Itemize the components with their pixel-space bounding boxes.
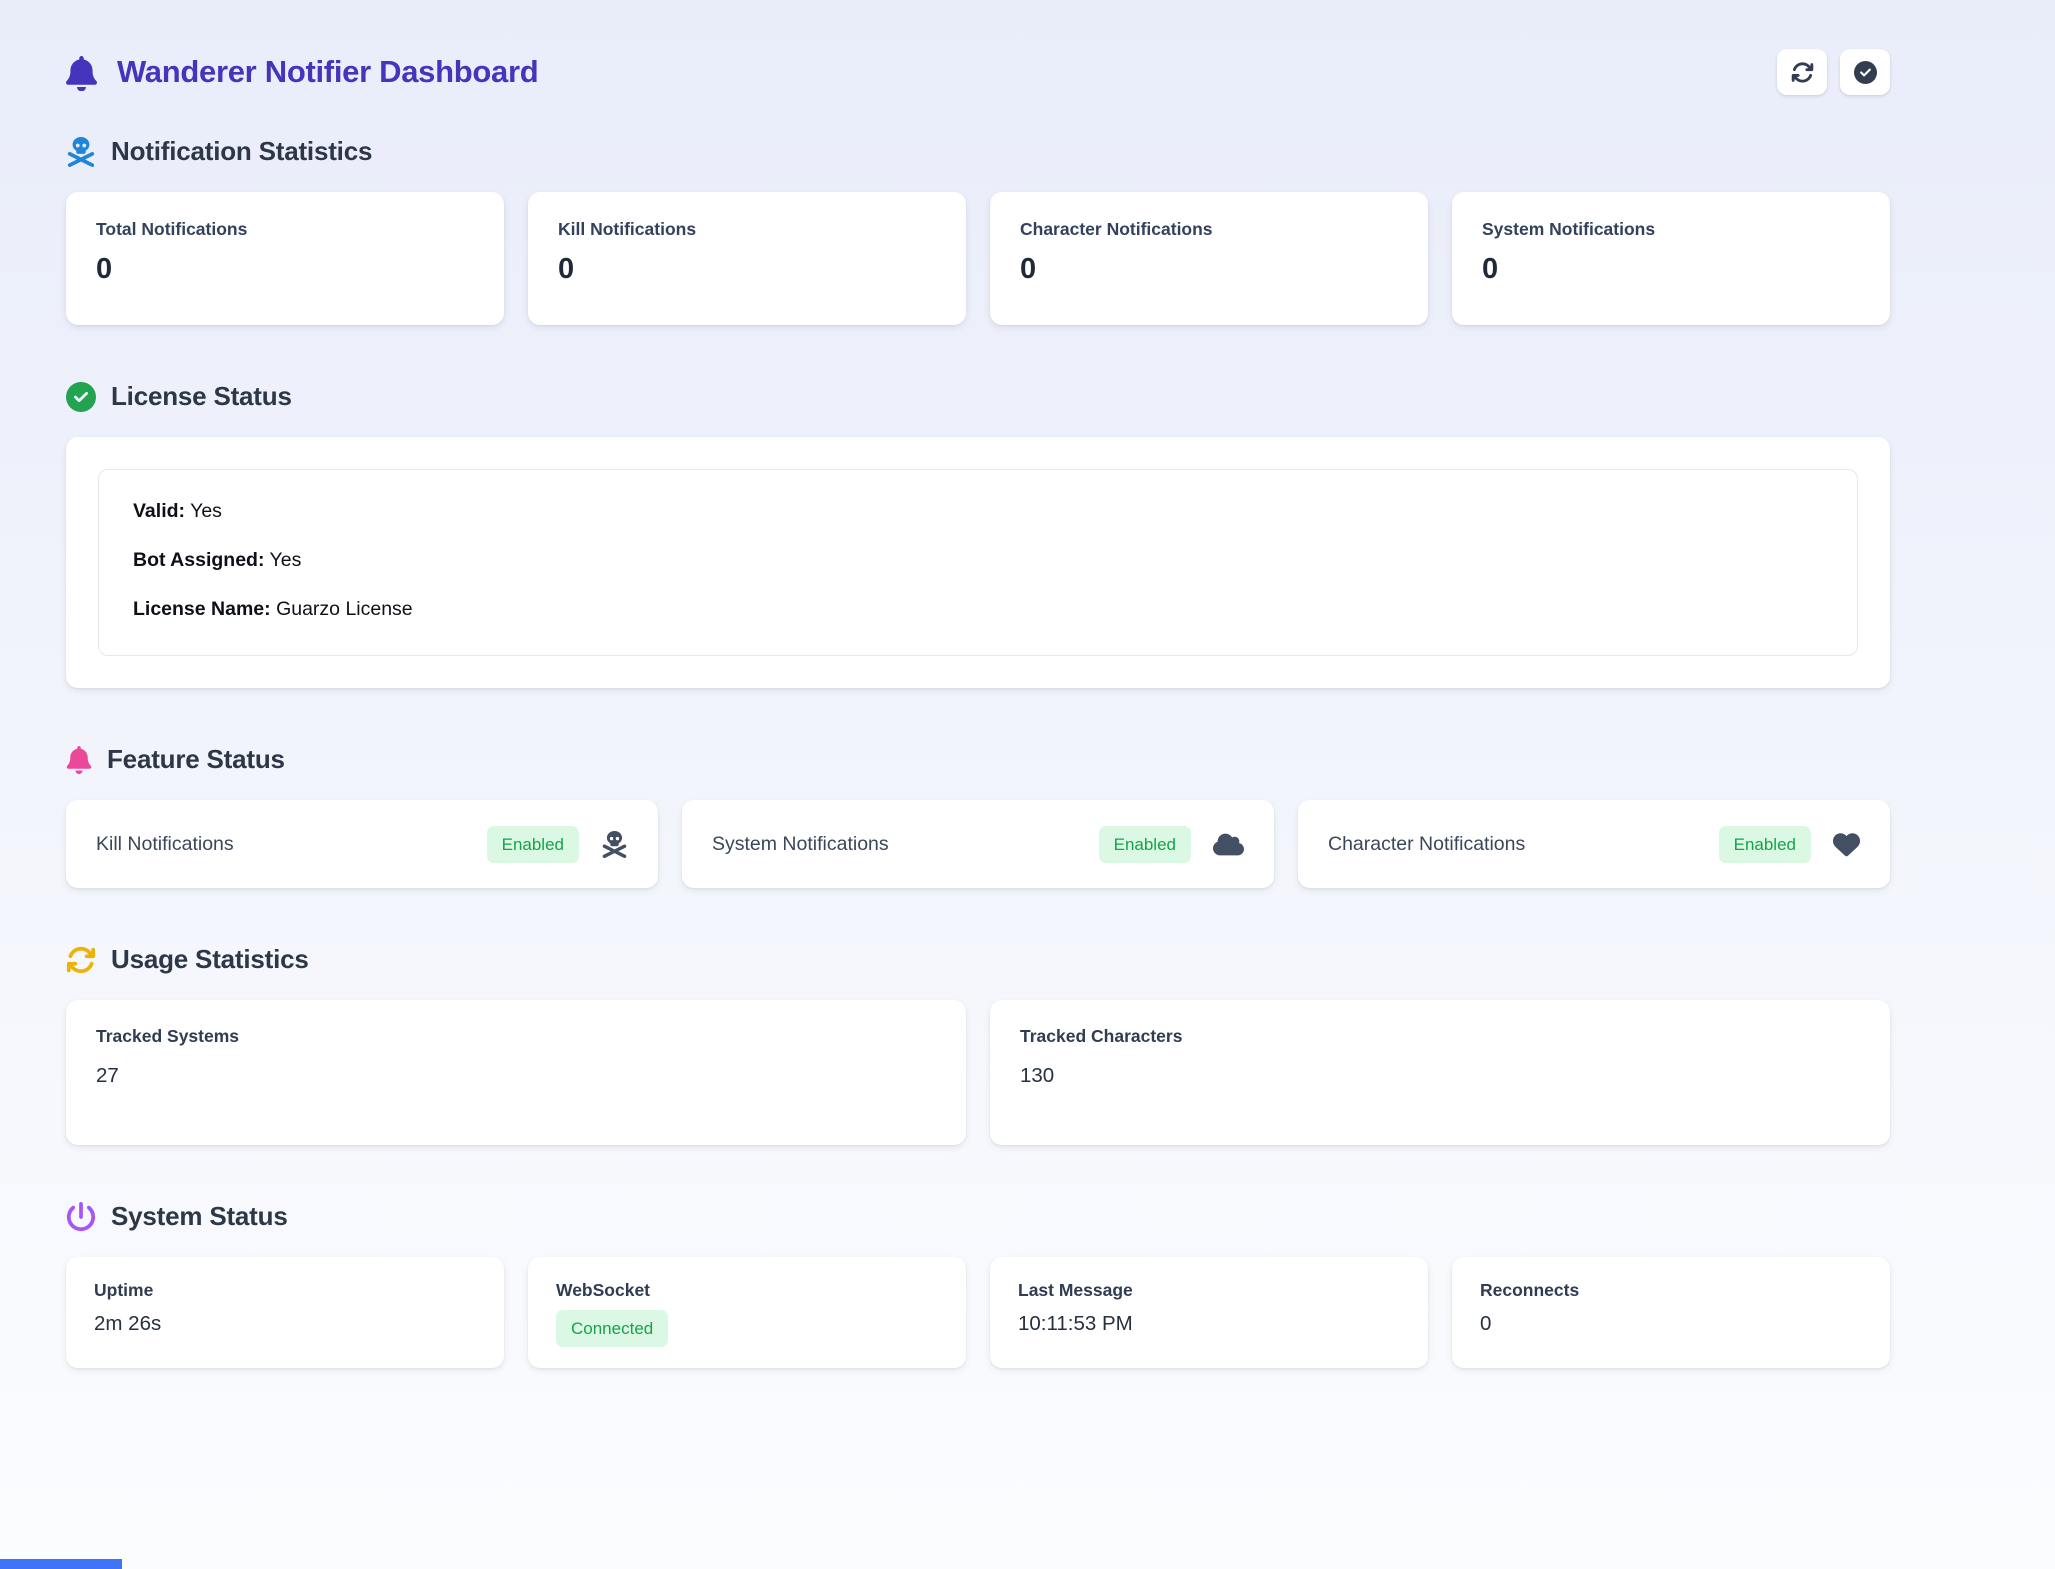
notification-statistics-header: Notification Statistics: [66, 136, 1890, 167]
stat-card-kill-notifications: Kill Notifications 0: [528, 192, 966, 325]
status-badge: Enabled: [1099, 826, 1191, 863]
usage-card-tracked-characters: Tracked Characters 130: [990, 1000, 1890, 1145]
stat-value: 0: [1020, 253, 1398, 286]
section-license-status: License Status Valid: Yes Bot Assigned: …: [66, 381, 1890, 688]
license-status-header: License Status: [66, 381, 1890, 412]
bell-icon: [66, 56, 97, 89]
connection-status-badge: Connected: [556, 1310, 668, 1347]
page-title: Wanderer Notifier Dashboard: [117, 54, 538, 90]
stat-value: 0: [96, 253, 474, 286]
skull-crossbones-icon: [601, 831, 628, 858]
system-value: 2m 26s: [94, 1312, 476, 1336]
stat-card-total-notifications: Total Notifications 0: [66, 192, 504, 325]
license-label: License Name:: [133, 598, 271, 620]
usage-label: Tracked Characters: [1020, 1026, 1860, 1047]
system-value: 0: [1480, 1312, 1862, 1336]
feature-label: System Notifications: [712, 833, 889, 856]
usage-value: 27: [96, 1064, 936, 1088]
system-card-uptime: Uptime 2m 26s: [66, 1257, 504, 1368]
section-notification-statistics: Notification Statistics Total Notificati…: [66, 136, 1890, 325]
system-card-websocket: WebSocket Connected: [528, 1257, 966, 1368]
usage-statistics-header: Usage Statistics: [66, 944, 1890, 975]
section-title: System Status: [111, 1201, 288, 1232]
dashboard-page: Wanderer Notifier Dashboard Notification…: [66, 0, 1890, 1368]
usage-value: 130: [1020, 1064, 1860, 1088]
section-feature-status: Feature Status Kill Notifications Enable…: [66, 744, 1890, 888]
system-status-header: System Status: [66, 1201, 1890, 1232]
section-title: Usage Statistics: [111, 944, 309, 975]
stat-label: Character Notifications: [1020, 219, 1398, 240]
license-label: Valid:: [133, 500, 185, 522]
refresh-icon: [1791, 61, 1814, 84]
feature-card-system-notifications: System Notifications Enabled: [682, 800, 1274, 888]
power-icon: [66, 1202, 96, 1232]
confirm-button[interactable]: [1840, 49, 1890, 95]
stat-card-character-notifications: Character Notifications 0: [990, 192, 1428, 325]
stat-value: 0: [1482, 253, 1860, 286]
section-title: Notification Statistics: [111, 136, 372, 167]
license-label: Bot Assigned:: [133, 549, 264, 571]
feature-status-group: Enabled: [487, 826, 628, 863]
heart-icon: [1833, 831, 1860, 858]
stat-label: System Notifications: [1482, 219, 1860, 240]
section-usage-statistics: Usage Statistics Tracked Systems 27 Trac…: [66, 944, 1890, 1145]
cloud-icon: [1213, 831, 1244, 858]
system-label: WebSocket: [556, 1280, 938, 1301]
stats-card-grid: Total Notifications 0 Kill Notifications…: [66, 192, 1890, 325]
license-card: Valid: Yes Bot Assigned: Yes License Nam…: [66, 437, 1890, 688]
feature-card-kill-notifications: Kill Notifications Enabled: [66, 800, 658, 888]
feature-label: Kill Notifications: [96, 833, 234, 856]
license-row-valid: Valid: Yes: [133, 500, 1823, 523]
stat-value: 0: [558, 253, 936, 286]
feature-label: Character Notifications: [1328, 833, 1525, 856]
bottom-blue-bar: [0, 1559, 122, 1569]
stat-card-system-notifications: System Notifications 0: [1452, 192, 1890, 325]
system-card-last-message: Last Message 10:11:53 PM: [990, 1257, 1428, 1368]
status-badge: Enabled: [1719, 826, 1811, 863]
usage-card-tracked-systems: Tracked Systems 27: [66, 1000, 966, 1145]
skull-crossbones-icon: [66, 137, 96, 167]
stat-label: Total Notifications: [96, 219, 474, 240]
feature-card-grid: Kill Notifications Enabled System Notifi…: [66, 800, 1890, 888]
system-label: Reconnects: [1480, 1280, 1862, 1301]
refresh-button[interactable]: [1777, 49, 1827, 95]
refresh-icon: [66, 945, 96, 975]
system-label: Uptime: [94, 1280, 476, 1301]
header-actions: [1777, 49, 1890, 95]
usage-label: Tracked Systems: [96, 1026, 936, 1047]
check-circle-icon: [66, 382, 96, 412]
section-title: License Status: [111, 381, 292, 412]
license-value: Guarzo License: [276, 598, 413, 620]
section-title: Feature Status: [107, 744, 285, 775]
license-row-bot-assigned: Bot Assigned: Yes: [133, 549, 1823, 572]
stat-label: Kill Notifications: [558, 219, 936, 240]
feature-status-group: Enabled: [1719, 826, 1860, 863]
license-value: Yes: [190, 500, 222, 522]
license-value: Yes: [270, 549, 302, 571]
bell-icon: [66, 746, 92, 774]
license-details-box: Valid: Yes Bot Assigned: Yes License Nam…: [98, 469, 1858, 656]
system-value: 10:11:53 PM: [1018, 1312, 1400, 1336]
system-card-grid: Uptime 2m 26s WebSocket Connected Last M…: [66, 1257, 1890, 1368]
status-badge: Enabled: [487, 826, 579, 863]
usage-card-grid: Tracked Systems 27 Tracked Characters 13…: [66, 1000, 1890, 1145]
feature-status-header: Feature Status: [66, 744, 1890, 775]
system-label: Last Message: [1018, 1280, 1400, 1301]
header-title-group: Wanderer Notifier Dashboard: [66, 54, 538, 90]
check-circle-icon: [1854, 61, 1877, 84]
license-row-name: License Name: Guarzo License: [133, 598, 1823, 621]
feature-card-character-notifications: Character Notifications Enabled: [1298, 800, 1890, 888]
system-card-reconnects: Reconnects 0: [1452, 1257, 1890, 1368]
section-system-status: System Status Uptime 2m 26s WebSocket Co…: [66, 1201, 1890, 1368]
feature-status-group: Enabled: [1099, 826, 1244, 863]
header: Wanderer Notifier Dashboard: [66, 44, 1890, 100]
